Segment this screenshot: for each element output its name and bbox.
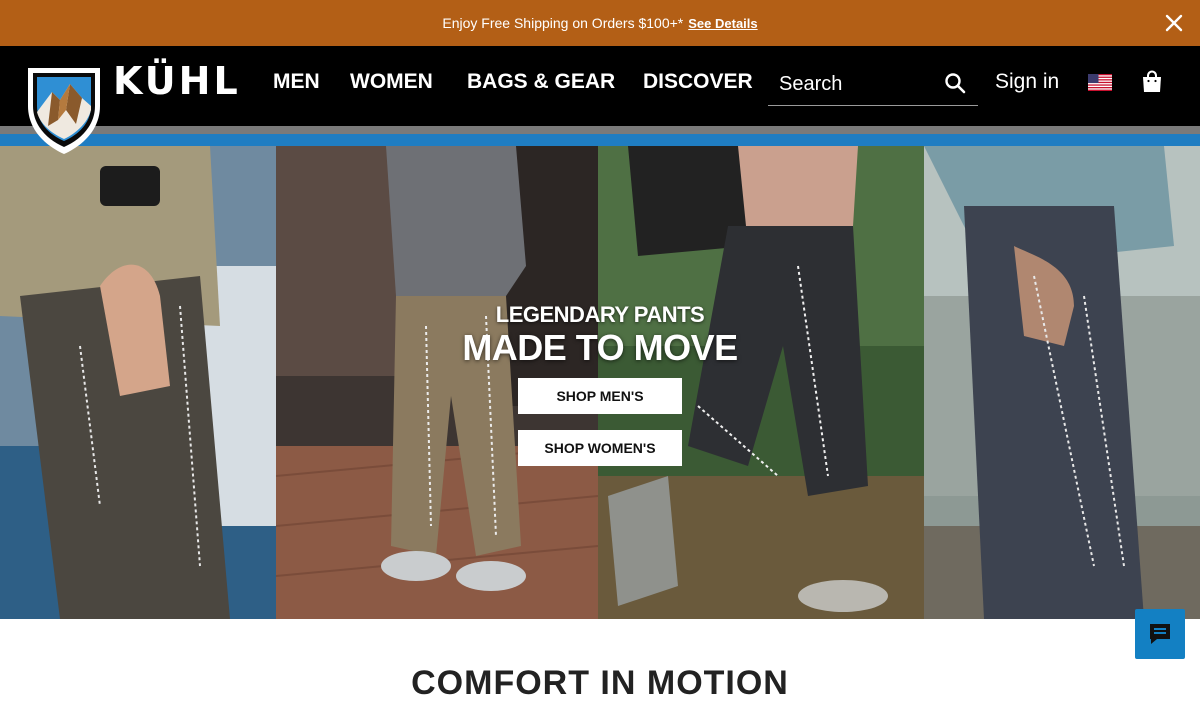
nav-bags-gear[interactable]: BAGS & GEAR	[467, 70, 615, 94]
close-icon[interactable]	[1162, 11, 1186, 35]
search-box	[768, 62, 978, 106]
brand-wordmark[interactable]: KÜHL	[113, 59, 241, 103]
search-input[interactable]	[779, 70, 939, 98]
header-stripe-gray	[0, 126, 1200, 134]
sign-in-link[interactable]: Sign in	[995, 70, 1059, 94]
hero-eyebrow: LEGENDARY PANTS	[495, 302, 705, 327]
promo-message: Enjoy Free Shipping on Orders $100+*	[442, 15, 684, 31]
hero-image-panel-1	[0, 146, 276, 619]
chat-button[interactable]	[1135, 609, 1185, 659]
header-stripe-blue	[0, 134, 1200, 146]
section-title: COMFORT IN MOTION	[411, 664, 789, 702]
hero-headline: MADE TO MOVE	[462, 327, 738, 368]
us-flag-icon[interactable]	[1088, 74, 1112, 91]
search-icon[interactable]	[944, 72, 966, 94]
promo-banner: Enjoy Free Shipping on Orders $100+* See…	[0, 0, 1200, 46]
nav-discover[interactable]: DISCOVER	[643, 70, 753, 94]
see-details-link[interactable]: See Details	[688, 16, 757, 31]
hero-banner: LEGENDARY PANTS MADE TO MOVE SHOP MEN'S …	[0, 146, 1200, 619]
brand-shield-logo[interactable]	[24, 60, 104, 156]
shop-womens-button[interactable]: SHOP WOMEN'S	[518, 430, 682, 466]
nav-men[interactable]: MEN	[273, 70, 320, 94]
hero-image-panel-4	[924, 146, 1200, 619]
shop-mens-button[interactable]: SHOP MEN'S	[518, 378, 682, 414]
nav-women[interactable]: WOMEN	[350, 70, 433, 94]
chat-icon	[1150, 624, 1170, 644]
shopping-bag-icon[interactable]	[1141, 70, 1163, 94]
